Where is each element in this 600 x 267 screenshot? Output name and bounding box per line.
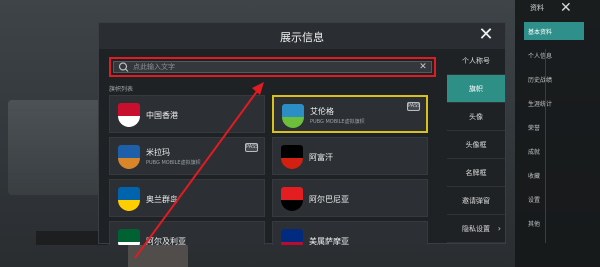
search-input[interactable] [131,62,417,72]
display-info-dialog: 展示信息 ✕ ✕ 旗帜列表 中国香港 艾伦格 PUBG MOBILE虚拟旗帜 PASS… [98,22,546,245]
side-tab-label: 头像 [469,113,483,121]
search-box: ✕ [113,61,432,73]
game-menu-item[interactable]: 设置 [524,190,584,208]
flag-item[interactable]: 阿尔巴尼亚 [272,179,428,217]
side-tab-label: 名牌框 [465,169,487,177]
close-icon[interactable]: ✕ [476,26,496,46]
flag-subtitle: PUBG MOBILE虚拟旗帜 [146,160,201,166]
flag-item[interactable]: 阿尔及利亚 [109,221,265,245]
flag-name: 阿尔及利亚 [146,237,186,245]
side-tab[interactable]: 头像 [447,103,505,131]
game-menu-item[interactable]: 个人信息 [524,46,584,64]
pass-badge-icon: PASS [407,102,421,111]
flag-item[interactable]: 美属萨摩亚 [272,221,428,245]
game-menu-item[interactable]: 历史战绩 [524,70,584,88]
game-menu-item[interactable]: 成就 [524,142,584,160]
flag-emblem-icon [118,145,140,169]
side-tab-label: 隐私设置 [462,225,490,233]
side-tab-label: 旗帜 [469,85,483,93]
flag-grid: 中国香港 艾伦格 PUBG MOBILE虚拟旗帜 PASS 米拉玛 PUBG MOBILE… [109,95,437,245]
flag-item[interactable]: 米拉玛 PUBG MOBILE虚拟旗帜 PASS [109,137,265,175]
search-icon [118,62,129,72]
flag-name: 奥兰群岛 [146,195,178,204]
side-tab-label: 邀请弹窗 [462,197,490,205]
side-tab[interactable]: 头像框 [447,131,505,159]
background-vehicle [8,100,103,195]
side-tab[interactable]: 个人称号 [447,47,505,75]
side-tab[interactable]: 旗帜 [447,75,505,103]
flag-name: 阿尔巴尼亚 [309,195,349,204]
side-tab-label: 个人称号 [462,57,490,65]
flag-emblem-icon [118,229,140,245]
side-tab[interactable]: 名牌框 [447,159,505,187]
flag-emblem-icon [282,104,304,128]
game-menu-item[interactable]: 生涯统计 [524,94,584,112]
flag-item[interactable]: 艾伦格 PUBG MOBILE虚拟旗帜 PASS [272,95,428,133]
flag-item[interactable]: 中国香港 [109,95,265,133]
divider [545,49,546,243]
flag-item[interactable]: 阿富汗 [272,137,428,175]
side-tab[interactable]: 邀请弹窗 [447,187,505,215]
side-tab-label: 头像框 [465,141,487,149]
flag-name: 美属萨摩亚 [309,237,349,245]
flag-name: 米拉玛 [146,148,170,157]
flag-item[interactable]: 奥兰群岛 [109,179,265,217]
game-menu-item[interactable]: 荣誉 [524,118,584,136]
flag-emblem-icon [118,187,140,211]
dialog-title: 展示信息 [280,31,324,44]
game-menu-title: 资料 [530,4,544,12]
flag-subtitle: PUBG MOBILE虚拟旗帜 [310,119,365,125]
clear-search-icon[interactable]: ✕ [417,61,429,73]
flag-name: 艾伦格 [310,107,334,116]
flag-emblem-icon [281,145,303,169]
game-menu-close-icon[interactable]: ✕ [560,0,572,16]
flag-name: 中国香港 [146,111,178,120]
side-tab[interactable]: 隐私设置 › [447,215,505,243]
pass-badge-icon: PASS [245,143,259,152]
chevron-right-icon: › [497,224,501,233]
flag-name: 阿富汗 [309,153,333,162]
search-highlight-box: ✕ [109,57,436,77]
flag-emblem-icon [281,187,303,211]
dialog-side-tabs: 个人称号旗帜头像头像框名牌框邀请弹窗隐私设置 › [447,47,505,243]
flag-emblem-icon [281,229,303,245]
flag-list-label: 旗帜列表 [109,86,134,93]
flag-emblem-icon [118,103,140,127]
game-menu-item[interactable]: 基本资料 [524,22,584,40]
game-menu-item[interactable]: 其他 [524,214,584,232]
game-menu-item[interactable]: 收藏 [524,166,584,184]
